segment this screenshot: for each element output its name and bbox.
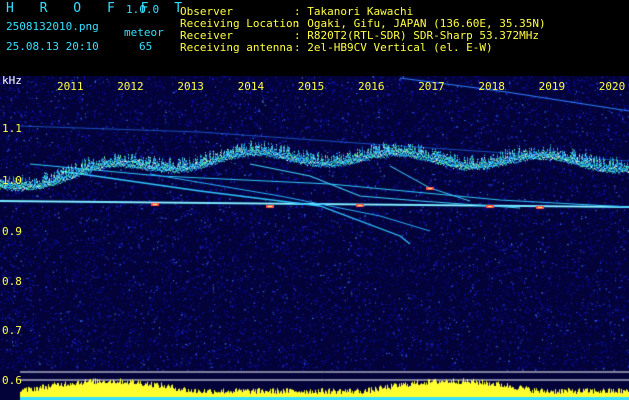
meteor-label: meteor [124, 26, 164, 39]
x-tick-label: 2012 [117, 80, 144, 93]
meteor-count: 65 [139, 40, 153, 53]
x-tick-label: 2013 [177, 80, 204, 93]
antenna-value: : 2el-HB9CV Vertical (el. E-W) [294, 41, 493, 54]
y-tick-label: 1.1 [2, 122, 22, 135]
header-panel: H R O F F T 1.0.0 2508132010.png meteor … [0, 0, 629, 76]
app-version: 1.0.0 [126, 3, 160, 16]
y-axis-unit: kHz [2, 74, 22, 87]
x-tick-label: 2016 [358, 80, 385, 93]
app-title: H R O F F T [6, 1, 192, 16]
y-tick-label: 0.9 [2, 225, 22, 238]
file-name: 2508132010.png [6, 20, 99, 33]
x-tick-label: 2014 [237, 80, 265, 93]
y-tick-label: 0.6 [2, 374, 22, 387]
x-tick-label: 2019 [538, 80, 566, 93]
date-time: 25.08.13 20:10 [6, 40, 99, 53]
y-tick-label: 0.8 [2, 275, 22, 288]
spectrogram-canvas [0, 76, 629, 400]
antenna-label: Receiving antenna [180, 41, 293, 54]
x-tick-label: 2018 [478, 80, 505, 93]
y-tick-label: 0.7 [2, 324, 22, 337]
y-tick-label: 1.0 [2, 174, 22, 187]
x-tick-label: 2011 [57, 80, 84, 93]
x-tick-label: 2015 [297, 80, 325, 93]
x-tick-label: 2017 [418, 80, 445, 93]
x-tick-label: 2020 [598, 80, 626, 93]
